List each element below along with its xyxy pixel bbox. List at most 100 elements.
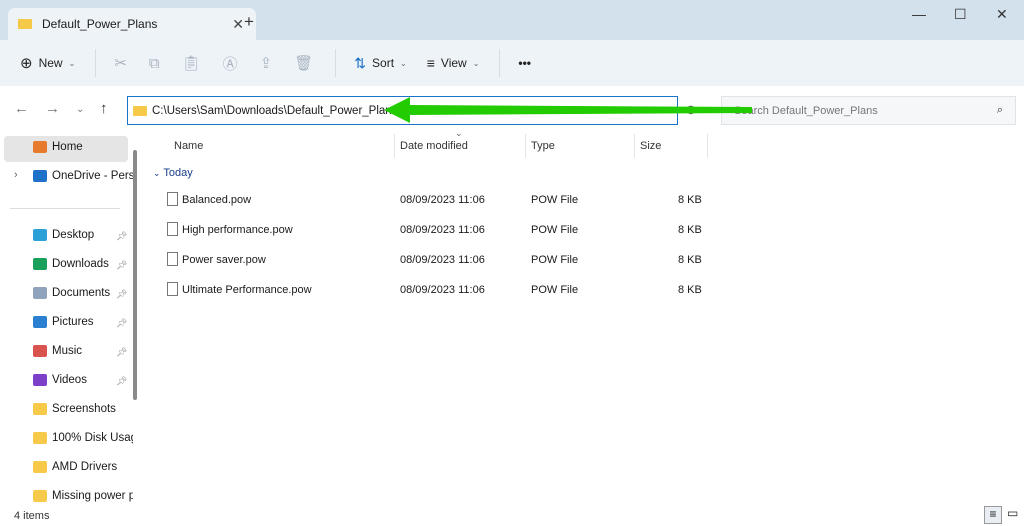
pin-icon: 📌︎	[116, 231, 128, 241]
divider	[10, 208, 120, 209]
recent-chevron-icon[interactable]: ⌄	[76, 104, 84, 115]
tiles-view-button[interactable]: ▭	[1007, 506, 1018, 520]
sidebar-item-label: Music	[52, 345, 83, 357]
chevron-down-icon: ⌄	[400, 58, 407, 68]
sidebar-item-home[interactable]: Home	[33, 141, 133, 153]
chevron-down-icon: ⌄	[153, 168, 161, 178]
pin-icon: 📌︎	[116, 376, 128, 386]
plus-circle-icon: ⊕	[20, 55, 33, 72]
column-divider	[707, 134, 708, 158]
sidebar-scrollbar[interactable]	[133, 150, 137, 400]
copy-icon[interactable]: ⧉	[149, 55, 160, 72]
column-divider	[634, 134, 635, 158]
search-input[interactable]: Search Default_Power_Plans ⌕	[721, 96, 1016, 125]
divider	[335, 49, 337, 77]
onedrive-icon	[33, 170, 47, 182]
cut-icon[interactable]: ✂	[114, 54, 127, 72]
chevron-down-icon: ⌄	[68, 58, 76, 68]
file-size: 8 KB	[678, 284, 702, 296]
sidebar-item-label: 100% Disk Usage	[52, 432, 133, 444]
command-bar: ⊕ New ⌄ ✂ ⧉ 📋︎ Ⓐ ⇪ 🗑︎ ⇅ Sort ⌄ ≡ View ⌄ •••	[0, 40, 1024, 86]
column-header-type[interactable]: Type	[531, 134, 555, 158]
sidebar-item-onedrive-personal[interactable]: OneDrive - Personal	[33, 170, 133, 182]
sidebar-item-label: Desktop	[52, 229, 95, 241]
file-size: 8 KB	[678, 194, 702, 206]
file-row[interactable]: Ultimate Performance.pow 08/09/2023 11:06…	[160, 275, 720, 305]
file-icon	[167, 282, 178, 296]
sidebar-item-label: AMD Drivers	[52, 461, 118, 473]
new-label: New	[38, 56, 63, 70]
file-row[interactable]: Balanced.pow 08/09/2023 11:06 POW File 8 KB	[160, 185, 720, 215]
group-header-today[interactable]: ⌄ Today	[153, 167, 193, 179]
downloads-icon	[33, 258, 47, 270]
column-header-size[interactable]: Size	[640, 134, 661, 158]
folder-icon	[33, 461, 47, 473]
column-header-date[interactable]: Date modified	[400, 134, 468, 158]
up-arrow-icon[interactable]: ↑	[100, 100, 108, 117]
music-icon	[33, 345, 47, 357]
sidebar-item-100-disk-usage[interactable]: 100% Disk Usage	[33, 432, 133, 444]
sidebar-item-label: Downloads	[52, 258, 109, 270]
column-header-name[interactable]: Name	[174, 134, 203, 158]
sidebar-item-screenshots[interactable]: Screenshots	[33, 403, 133, 415]
maximize-button[interactable]: ☐	[954, 6, 967, 23]
expand-chevron-icon[interactable]: ›	[14, 169, 18, 181]
close-tab-icon[interactable]: ✕	[232, 16, 244, 33]
sidebar-item-amd-drivers[interactable]: AMD Drivers	[33, 461, 133, 473]
file-type: POW File	[531, 194, 579, 206]
file-icon	[167, 252, 178, 266]
file-name: Power saver.pow	[182, 254, 266, 266]
rename-icon[interactable]: Ⓐ	[223, 53, 238, 74]
sidebar-item-label: Videos	[52, 374, 87, 386]
details-view-button[interactable]: ≡	[984, 506, 1002, 524]
more-options-button[interactable]: •••	[518, 56, 531, 70]
share-icon[interactable]: ⇪	[260, 54, 273, 72]
file-icon	[167, 192, 178, 206]
sort-label: Sort	[372, 56, 395, 70]
column-divider	[525, 134, 526, 158]
delete-icon[interactable]: 🗑︎	[294, 54, 313, 72]
sidebar-item-label: Documents	[52, 287, 111, 299]
new-tab-button[interactable]: +	[244, 12, 254, 32]
search-icon: ⌕	[996, 104, 1003, 116]
close-button[interactable]: ✕	[996, 6, 1008, 23]
status-item-count: 4 items	[14, 510, 50, 522]
column-divider	[394, 134, 395, 158]
file-size: 8 KB	[678, 224, 702, 236]
back-arrow-icon[interactable]: ←	[14, 100, 29, 117]
sort-icon: ⇅	[354, 54, 367, 71]
address-path: C:\Users\Sam\Downloads\Default_Power_Pla…	[152, 104, 398, 117]
paste-icon[interactable]: 📋︎	[182, 54, 201, 72]
green-arrow-annotation	[384, 97, 752, 123]
tab-default-power-plans[interactable]: Default_Power_Plans ✕	[8, 8, 256, 40]
file-date: 08/09/2023 11:06	[400, 224, 485, 236]
file-icon	[167, 222, 178, 236]
chevron-down-icon: ⌄	[472, 58, 480, 68]
file-row[interactable]: Power saver.pow 08/09/2023 11:06 POW File 8…	[160, 245, 720, 275]
folder-icon	[33, 490, 47, 502]
sidebar-item-label: Screenshots	[52, 403, 116, 415]
title-bar: Default_Power_Plans ✕ + — ☐ ✕	[0, 0, 1024, 40]
forward-arrow-icon[interactable]: →	[45, 100, 60, 117]
group-label: Today	[163, 167, 193, 179]
search-placeholder: Search Default_Power_Plans	[734, 104, 878, 117]
divider	[499, 49, 501, 77]
sidebar-item-label: Pictures	[52, 316, 94, 328]
pin-icon: 📌︎	[116, 347, 128, 357]
sidebar-item-label: Home	[52, 141, 83, 153]
file-row[interactable]: High performance.pow 08/09/2023 11:06 POW …	[160, 215, 720, 245]
folder-icon	[18, 19, 32, 29]
minimize-button[interactable]: —	[912, 6, 926, 22]
file-size: 8 KB	[678, 254, 702, 266]
videos-icon	[33, 374, 47, 386]
new-button[interactable]: ⊕ New ⌄	[20, 54, 75, 72]
view-button[interactable]: ≡ View ⌄	[427, 55, 480, 71]
sort-button[interactable]: ⇅ Sort ⌄	[354, 55, 406, 72]
view-label: View	[440, 56, 467, 70]
desktop-icon	[33, 229, 47, 241]
file-date: 08/09/2023 11:06	[400, 284, 485, 296]
sidebar-item-missing-power-plans[interactable]: Missing power plans	[33, 490, 133, 502]
file-date: 08/09/2023 11:06	[400, 194, 485, 206]
tab-title: Default_Power_Plans	[42, 17, 158, 31]
divider	[95, 49, 97, 77]
